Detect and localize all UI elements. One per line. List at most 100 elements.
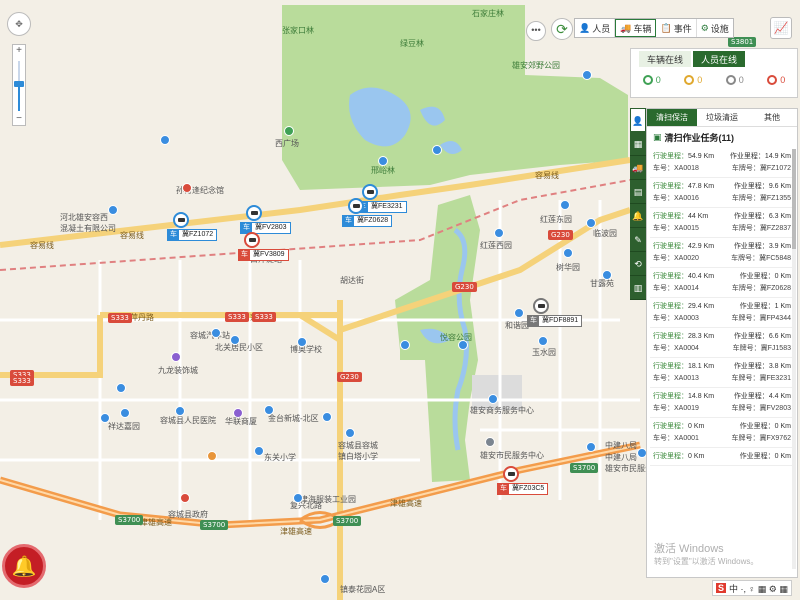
- poi-marker-icon: [322, 412, 332, 422]
- vehicle-marker[interactable]: 车冀FZ0628: [342, 198, 393, 227]
- person-icon[interactable]: 👤: [630, 108, 646, 132]
- zoom-slider-knob[interactable]: [14, 81, 24, 87]
- bell-icon[interactable]: 🔔: [630, 204, 646, 228]
- zoom-in-button[interactable]: +: [13, 45, 25, 57]
- task-tab[interactable]: 其他: [747, 109, 797, 126]
- map-label: 甘露苑: [590, 279, 614, 288]
- alarm-bell-button[interactable]: 🔔: [2, 544, 46, 588]
- task-tab[interactable]: 垃圾清运: [697, 109, 747, 126]
- vehicle-plate-tag[interactable]: 车冀FV3809: [238, 249, 289, 261]
- plate-group: 车牌号：冀FZ1072: [732, 163, 791, 175]
- task-tab[interactable]: 清扫保洁: [647, 109, 697, 126]
- online-tab[interactable]: 车辆在线: [639, 51, 692, 67]
- task-list-item[interactable]: 行驶里程： 44 Km 作业里程：6.3 Km 车号： XA0015 车牌号：冀FZ283…: [650, 208, 794, 238]
- task-plate-row: 车号： XA0020 车牌号：冀FC5848: [653, 253, 791, 265]
- task-list-item[interactable]: 行驶里程： 40.4 Km 作业里程：0 Km 车号： XA0014 车牌号：冀FZ062…: [650, 268, 794, 298]
- vehicle-marker[interactable]: 车冀FZ1072: [167, 212, 218, 241]
- poi-marker-icon: [230, 335, 240, 345]
- plate-label: 车牌号：: [731, 315, 760, 322]
- car-label: 车号：: [653, 285, 674, 292]
- list-icon[interactable]: ▤: [630, 180, 646, 204]
- truck-icon[interactable]: [244, 232, 260, 248]
- task-list-item[interactable]: 行驶里程： 14.8 Km 作业里程：4.4 Km 车号： XA0019 车牌号：冀FV2…: [650, 388, 794, 418]
- scrollbar-thumb[interactable]: [792, 149, 796, 249]
- task-scrollbar[interactable]: [792, 149, 796, 569]
- vehicle-plate: 冀FZ0628: [357, 217, 389, 224]
- task-list-item[interactable]: 行驶里程： 47.8 Km 作业里程：9.6 Km 车号： XA0016 车牌号：冀FZ1…: [650, 178, 794, 208]
- truck-icon[interactable]: [246, 205, 262, 221]
- refresh-button[interactable]: ⟳: [551, 18, 573, 40]
- car-value: XA0020: [674, 255, 699, 262]
- vehicle-plate-tag[interactable]: 车冀FZ0628: [342, 215, 393, 227]
- vehicle-plate-tag[interactable]: 车冀FZ1072: [167, 229, 218, 241]
- work-group: 作业里程：0 Km: [740, 451, 791, 463]
- task-list-item[interactable]: 行驶里程： 54.9 Km 作业里程：14.9 Km 车号： XA0018 车牌号：冀FZ…: [650, 148, 794, 178]
- poi-marker-icon: [116, 383, 126, 393]
- vehicle-marker[interactable]: 车冀FV3809: [238, 232, 289, 261]
- online-tab[interactable]: 人员在线: [693, 51, 746, 67]
- task-list-item[interactable]: 行驶里程： 0 Km 作业里程：0 Km: [650, 448, 794, 466]
- work-value: 0 Km: [774, 423, 791, 430]
- road-shield: G230: [548, 230, 573, 240]
- task-plate-row: 车号： XA0018 车牌号：冀FZ1072: [653, 163, 791, 175]
- plate-label: 车牌号：: [731, 435, 760, 442]
- vehicle-car-prefix: 车: [239, 250, 250, 260]
- map-label: 容城汽车站: [190, 331, 230, 340]
- chart-icon[interactable]: ▦: [630, 132, 646, 156]
- plate-value: 冀FZ1072: [759, 165, 791, 172]
- tool-events-button[interactable]: 📋 事件: [656, 19, 697, 37]
- truck-icon[interactable]: [173, 212, 189, 228]
- tool-vehicles-button[interactable]: 🚚 车辆: [615, 19, 657, 37]
- vehicle-plate-tag[interactable]: 车冀FZ03C5: [497, 483, 549, 495]
- zoom-control[interactable]: + −: [12, 44, 26, 126]
- poi-marker-icon: [586, 218, 596, 228]
- compass-icon[interactable]: ✥: [7, 12, 31, 36]
- poi-marker-icon: [284, 126, 294, 136]
- vehicle-marker[interactable]: 车冀FZ03C5: [497, 466, 549, 495]
- task-list-item[interactable]: 行驶里程： 42.9 Km 作业里程：3.9 Km 车号： XA0020 车牌号：冀FC5…: [650, 238, 794, 268]
- zoom-out-button[interactable]: −: [13, 113, 25, 125]
- drive-value: 28.3 Km: [688, 333, 715, 340]
- person-status-icon: [642, 75, 653, 85]
- poi-marker-icon: [345, 428, 355, 438]
- edit-icon[interactable]: ✎: [630, 228, 646, 252]
- task-mileage-row: 行驶里程： 0 Km 作业里程：0 Km: [653, 451, 791, 463]
- tool-personnel-button[interactable]: 👤 人员: [575, 19, 616, 37]
- events-icon: 📋: [660, 22, 672, 33]
- map-label: 西广场: [275, 139, 299, 148]
- tool-facilities-button[interactable]: ⚙ 设施: [697, 19, 733, 37]
- work-value: 0 Km: [774, 273, 791, 280]
- drive-value: 18.1 Km: [688, 363, 715, 370]
- task-title-text: 清扫作业任务(11): [664, 133, 735, 143]
- vehicle-marker[interactable]: 车冀FV2803: [240, 205, 291, 234]
- task-plate-row: 车号： XA0016 车牌号：冀FZ1355: [653, 193, 791, 205]
- task-plate-row: 车号： XA0015 车牌号：冀FZ2837: [653, 223, 791, 235]
- truck-icon[interactable]: [533, 298, 549, 314]
- map-label: 雄安商务服务中心: [470, 406, 534, 415]
- stats-chart-button[interactable]: 📈: [770, 17, 792, 39]
- task-mileage-row: 行驶里程： 14.8 Km 作业里程：4.4 Km: [653, 391, 791, 403]
- task-list-item[interactable]: 行驶里程： 29.4 Km 作业里程：1 Km 车号： XA0003 车牌号：冀FP434…: [650, 298, 794, 328]
- road-label: 萍丹路: [130, 313, 154, 322]
- vehicle-plate-tag[interactable]: 车冀FDF8891: [527, 315, 583, 327]
- poi-marker-icon: [494, 228, 504, 238]
- list-icon: ▣: [653, 132, 662, 142]
- truck-icon[interactable]: 🚚: [630, 156, 646, 180]
- car-label: 车号：: [653, 345, 674, 352]
- task-list-item[interactable]: 行驶里程： 0 Km 作业里程：0 Km 车号： XA0001 车牌号：冀FX9762: [650, 418, 794, 448]
- map-label: 容城县人民医院: [160, 416, 216, 425]
- grid-icon[interactable]: ▥: [630, 276, 646, 300]
- online-counts: 0 0 0 0: [631, 75, 797, 85]
- road-label: 容易线: [535, 171, 559, 180]
- work-label: 作业里程：: [739, 303, 775, 310]
- truck-icon[interactable]: [348, 198, 364, 214]
- task-mileage-row: 行驶里程： 29.4 Km 作业里程：1 Km: [653, 301, 791, 313]
- ime-toolbar[interactable]: S 中 ·, ♀ ▦ ⚙ ▦: [712, 580, 792, 596]
- task-list-item[interactable]: 行驶里程： 18.1 Km 作业里程：3.8 Km 车号： XA0013 车牌号：冀FE3…: [650, 358, 794, 388]
- task-list-item[interactable]: 行驶里程： 28.3 Km 作业里程：6.6 Km 车号： XA0004 车牌号：冀FJ1…: [650, 328, 794, 358]
- history-icon[interactable]: ⟲: [630, 252, 646, 276]
- vehicle-marker[interactable]: 车冀FDF8891: [527, 298, 583, 327]
- truck-icon[interactable]: [503, 466, 519, 482]
- more-button[interactable]: •••: [526, 21, 546, 41]
- side-icon-bar: 👤 ▦ 🚚 ▤ 🔔 ✎ ⟲ ▥: [630, 108, 646, 300]
